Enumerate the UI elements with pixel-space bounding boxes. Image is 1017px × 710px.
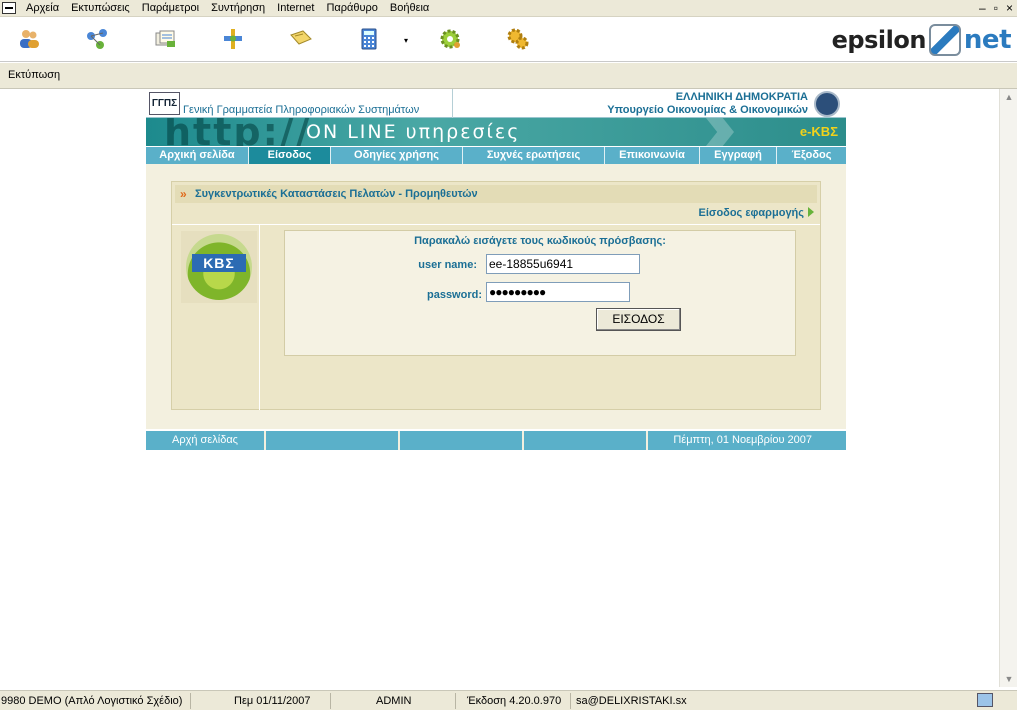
minimize-icon[interactable]: –	[979, 0, 986, 16]
status-company: 9980 DEMO (Απλό Λογιστικό Σχέδιο)	[1, 695, 183, 707]
users-icon[interactable]	[16, 26, 42, 52]
app-login-link[interactable]: Είσοδος εφαρμογής	[699, 207, 814, 219]
status-bar: 9980 DEMO (Απλό Λογιστικό Σχέδιο) Πεμ 01…	[0, 690, 1017, 710]
password-input[interactable]	[486, 282, 630, 302]
nav-faq[interactable]: Συχνές ερωτήσεις	[463, 147, 605, 164]
app-icon[interactable]	[2, 2, 16, 14]
ministry-seal-icon	[814, 91, 840, 117]
footer-home-link[interactable]: Αρχή σελίδας	[146, 431, 266, 450]
site-footer: Αρχή σελίδας Πέμπτη, 01 Νοεμβρίου 2007	[146, 431, 846, 450]
status-date: Πεμ 01/11/2007	[234, 695, 311, 707]
logo-epsilon: epsilon	[831, 26, 927, 54]
banner-http: http://	[164, 118, 312, 146]
logo-mark-icon	[928, 24, 961, 56]
login-form: Παρακαλώ εισάγετε τους κωδικούς πρόσβαση…	[284, 230, 796, 356]
banner-chevron-icon	[706, 118, 734, 146]
logo-column: ΚΒΣ	[172, 225, 260, 410]
tools-icon[interactable]	[220, 26, 246, 52]
username-input[interactable]	[486, 254, 640, 274]
footer-blank-3	[524, 431, 648, 450]
calculator-icon[interactable]	[356, 26, 382, 52]
ggps-title: Γενική Γραμματεία Πληροφοριακών Συστημάτ…	[183, 104, 420, 116]
documents-icon[interactable]	[152, 26, 178, 52]
footer-blank-1	[266, 431, 400, 450]
login-submit-button[interactable]: ΕΙΣΟΔΟΣ	[596, 308, 681, 331]
ministry-label: Υπουργείο Οικονομίας & Οικονομικών	[607, 104, 808, 116]
window-controls: – ▫ ×	[979, 0, 1013, 16]
menu-item-window[interactable]: Παράθυρο	[320, 0, 383, 16]
gear-icon[interactable]	[437, 26, 463, 52]
status-separator	[330, 693, 331, 709]
status-version: Έκδοση 4.20.0.970	[467, 695, 562, 707]
status-separator	[455, 693, 456, 709]
nav-instructions[interactable]: Οδηγίες χρήσης	[331, 147, 463, 164]
status-user: ADMIN	[376, 695, 412, 707]
status-separator	[570, 693, 571, 709]
login-panel: » Συγκεντρωτικές Καταστάσεις Πελατών - Π…	[171, 181, 821, 410]
nav-exit[interactable]: Έξοδος	[777, 147, 846, 164]
kbs-disc-icon: ΚΒΣ	[186, 234, 252, 300]
close-icon[interactable]: ×	[1006, 0, 1013, 16]
banner: http:// ON LINE υπηρεσίες e-ΚΒΣ	[146, 118, 846, 146]
toolbar: ▾ epsilon net	[0, 18, 1017, 62]
network-icon[interactable]	[84, 26, 110, 52]
book-icon[interactable]	[288, 26, 314, 52]
scroll-down-icon[interactable]: ▼	[1003, 673, 1015, 685]
nav-contact[interactable]: Επικοινωνία	[605, 147, 700, 164]
print-button[interactable]: Εκτύπωση	[8, 69, 60, 81]
password-label: password:	[426, 289, 482, 301]
site-header: ΓΓΠΣ Γενική Γραμματεία Πληροφοριακών Συσ…	[146, 89, 846, 118]
vertical-scrollbar[interactable]: ▲ ▼	[999, 89, 1017, 687]
footer-blank-2	[400, 431, 524, 450]
ggps-logo: ΓΓΠΣ	[149, 92, 180, 115]
banner-ekbs: e-ΚΒΣ	[799, 124, 838, 139]
menu-bar: Αρχεία Εκτυπώσεις Παράμετροι Συντήρηση I…	[0, 0, 1017, 17]
logo-net: net	[963, 25, 1012, 55]
chevron-down-icon[interactable]: ▾	[404, 36, 408, 45]
status-database: sa@DELIXRISTAKI.sx	[576, 695, 687, 707]
panel-title-bar: » Συγκεντρωτικές Καταστάσεις Πελατών - Π…	[175, 185, 817, 203]
menu-item-maintenance[interactable]: Συντήρηση	[205, 0, 271, 16]
menu-item-files[interactable]: Αρχεία	[20, 0, 65, 16]
login-prompt: Παρακαλώ εισάγετε τους κωδικούς πρόσβαση…	[414, 235, 666, 247]
ekbs-page: ΓΓΠΣ Γενική Γραμματεία Πληροφοριακών Συσ…	[146, 89, 846, 450]
restore-icon[interactable]: ▫	[994, 0, 998, 16]
menu-item-prints[interactable]: Εκτυπώσεις	[65, 0, 136, 16]
menu-item-parameters[interactable]: Παράμετροι	[136, 0, 205, 16]
menu-item-internet[interactable]: Internet	[271, 0, 320, 16]
site-nav: Αρχική σελίδα Είσοδος Οδηγίες χρήσης Συχ…	[146, 147, 846, 164]
kbs-logo: ΚΒΣ	[181, 231, 257, 303]
double-chevron-icon: »	[180, 187, 187, 201]
nav-home[interactable]: Αρχική σελίδα	[146, 147, 249, 164]
nav-register[interactable]: Εγγραφή	[700, 147, 777, 164]
kbs-logo-text: ΚΒΣ	[192, 254, 246, 272]
print-bar: Εκτύπωση	[0, 63, 1017, 89]
panel-separator	[172, 224, 820, 225]
header-divider	[452, 89, 453, 118]
browser-content: ΓΓΠΣ Γενική Γραμματεία Πληροφοριακών Συσ…	[0, 89, 999, 687]
menu-item-help[interactable]: Βοήθεια	[384, 0, 435, 16]
gears-icon[interactable]	[505, 26, 531, 52]
footer-date: Πέμπτη, 01 Νοεμβρίου 2007	[673, 434, 812, 446]
banner-online-services: ON LINE υπηρεσίες	[306, 121, 521, 143]
epsilon-net-logo: epsilon net	[831, 22, 1012, 58]
computer-icon	[977, 693, 993, 707]
status-separator	[190, 693, 191, 709]
username-label: user name:	[418, 259, 477, 271]
nav-login[interactable]: Είσοδος	[249, 147, 331, 164]
hellenic-republic-label: ΕΛΛΗΝΙΚΗ ΔΗΜΟΚΡΑΤΙΑ	[675, 91, 808, 103]
scroll-up-icon[interactable]: ▲	[1003, 91, 1015, 103]
panel-title: Συγκεντρωτικές Καταστάσεις Πελατών - Προ…	[195, 188, 478, 200]
